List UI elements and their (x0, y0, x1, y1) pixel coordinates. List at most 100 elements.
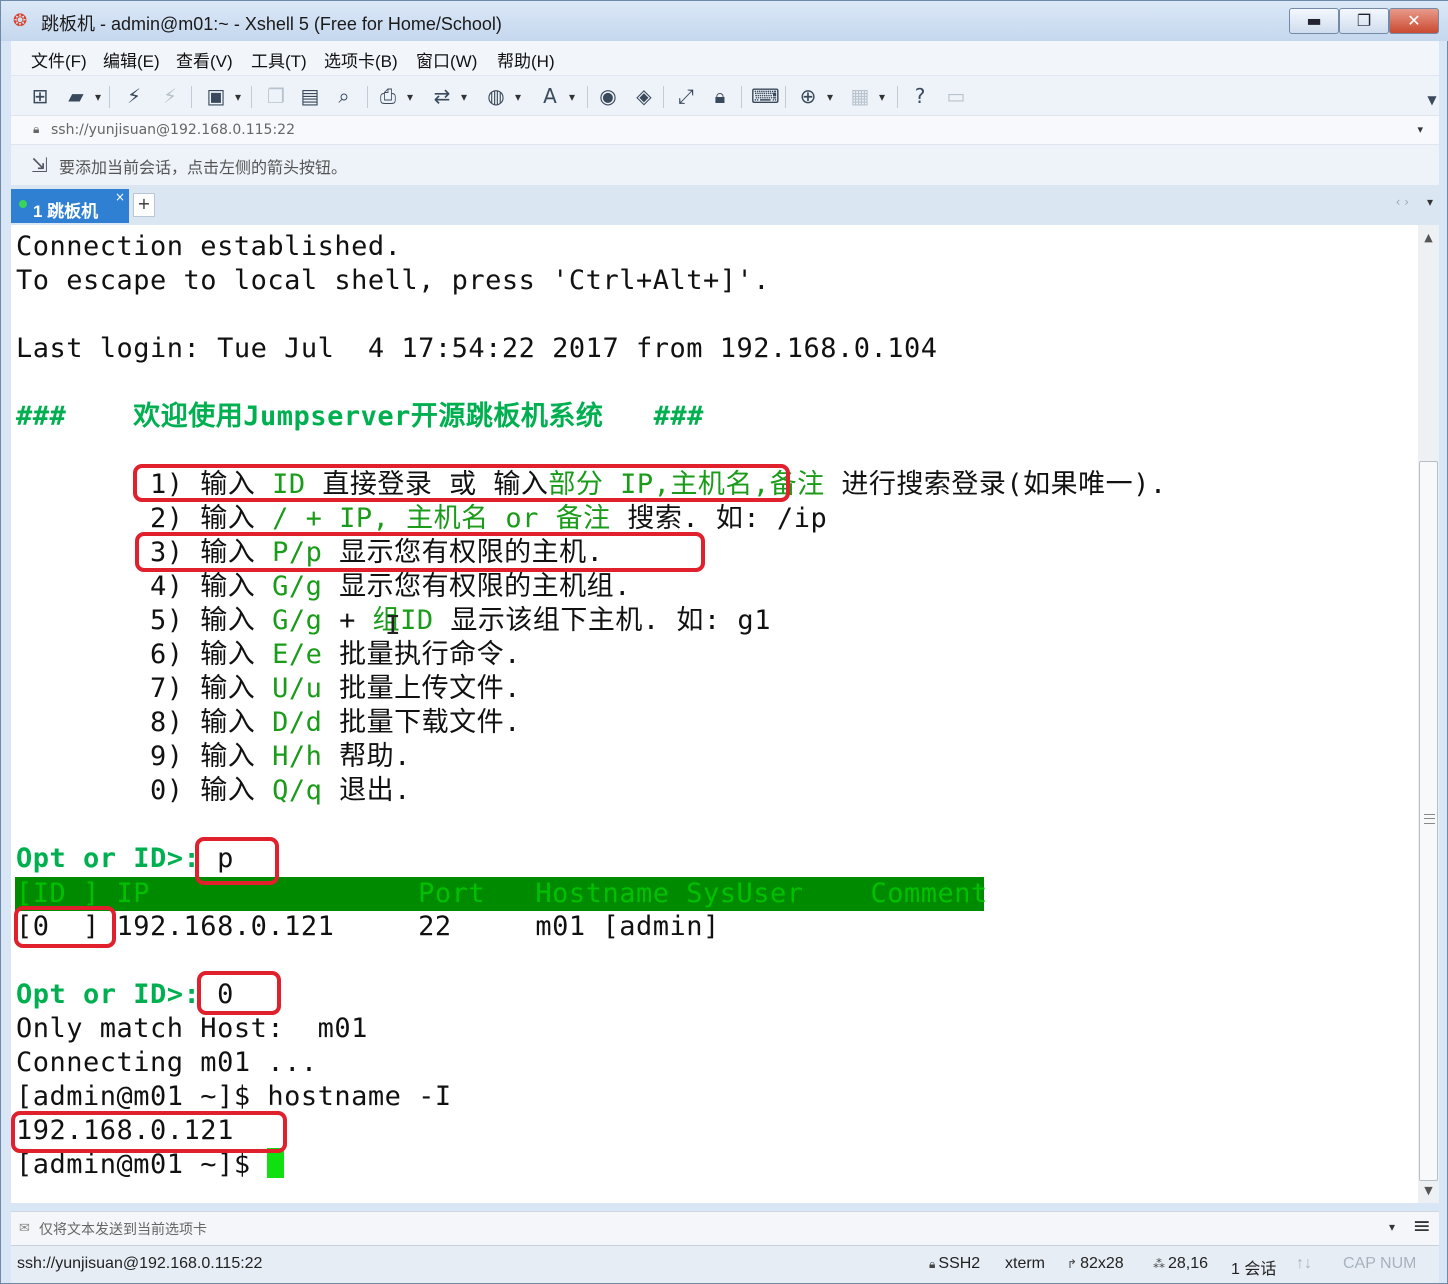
terminal-line: Connecting m01 ... (16, 1047, 318, 1078)
status-terminal-type: xterm (1005, 1255, 1045, 1272)
menu-option-6: 6) 输入 E/e 批量执行命令. (16, 638, 521, 672)
menu-tools[interactable]: 工具(T) (251, 47, 307, 72)
toolbar-overflow-icon[interactable]: ▼ (1419, 88, 1445, 112)
status-sessions: 1 会话 (1231, 1261, 1277, 1278)
opt-prompt: Opt or ID>: (16, 843, 201, 874)
vertical-scrollbar[interactable]: ▲ ▼ (1418, 225, 1439, 1203)
menu-help[interactable]: 帮助(H) (497, 47, 555, 72)
address-bar[interactable]: 🔒︎ ssh://yunjisuan@192.168.0.115:22 ▾ (11, 115, 1439, 145)
protocol-text: SSH2 (938, 1255, 981, 1272)
menu-text: 2) 输入 (16, 503, 273, 534)
address-dropdown-icon[interactable]: ▾ (1417, 123, 1423, 136)
scroll-grip (1424, 814, 1435, 824)
toolbar-separator (367, 86, 368, 108)
menu-text: + (322, 605, 373, 636)
xftp-icon[interactable]: ◈ (631, 84, 657, 108)
toolbar-separator (741, 86, 742, 108)
terminal-line: Only match Host: m01 (16, 1013, 368, 1044)
resize-icon: ↱ (1067, 1257, 1078, 1271)
new-session-icon[interactable]: ⊞ (27, 84, 53, 108)
menu-key: 组ID (372, 605, 434, 636)
transfer-icon[interactable]: ⇄ (429, 84, 467, 109)
paste-icon[interactable]: ▤ (297, 84, 323, 108)
highlight-box (14, 906, 116, 948)
lock-icon: 🔒︎ (33, 122, 40, 136)
menu-text: 进行搜索登录(如果唯一). (824, 469, 1167, 500)
compose-bar[interactable]: ✉ 仅将文本发送到当前选项卡 ▾ ≡ (11, 1211, 1439, 1245)
host-table-header: [ID ] IP Port Hostname SysUser Comment (15, 877, 988, 911)
close-button[interactable]: ✕ (1389, 8, 1439, 34)
connect-icon[interactable]: ⚡ (121, 84, 147, 108)
disconnect-icon[interactable]: ⚡ (157, 84, 183, 108)
host-table-row: [0 ] 192.168.0.121 22 m01 [admin] (16, 911, 720, 942)
menu-text: 显示该组下主机. 如: g1 (433, 605, 771, 636)
compose-dropdown-icon[interactable]: ▾ (1389, 1220, 1395, 1234)
maximize-button[interactable]: ❐ (1339, 8, 1389, 34)
scroll-thumb[interactable] (1419, 461, 1438, 1181)
help-icon[interactable]: ? (907, 84, 933, 108)
tab-jumpserver[interactable]: 1 跳板机 × (11, 189, 129, 223)
properties-icon[interactable]: ▣ (203, 84, 241, 109)
print-icon[interactable]: ⎙ (375, 84, 413, 109)
terminal-output[interactable]: Connection established. To escape to loc… (11, 225, 1418, 1203)
highlight-box (133, 464, 790, 502)
toolbar-separator (587, 86, 588, 108)
scroll-up-icon[interactable]: ▲ (1418, 231, 1439, 244)
menu-edit[interactable]: 编辑(E) (103, 47, 160, 72)
minimize-button[interactable]: ▬ (1289, 8, 1339, 34)
menu-option-0: 0) 输入 Q/q 退出. (16, 774, 411, 808)
menu-option-9: 9) 输入 H/h 帮助. (16, 740, 411, 774)
font-icon[interactable]: A (537, 84, 575, 109)
fullscreen-icon[interactable]: ⤢ (673, 84, 699, 108)
lock-icon[interactable]: 🔒︎ (707, 84, 733, 108)
tab-menu-icon[interactable]: ▾ (1427, 195, 1433, 209)
highlight-box (195, 837, 279, 885)
new-tab-button[interactable]: + (133, 193, 155, 217)
toolbar-separator (785, 86, 786, 108)
menu-text: 搜索. 如: /ip (610, 503, 828, 534)
tab-bar: 1 跳板机 × + ‹ › ▾ (11, 185, 1439, 225)
menu-option-7: 7) 输入 U/u 批量上传文件. (16, 672, 521, 706)
menu-window[interactable]: 窗口(W) (416, 47, 477, 72)
keyboard-icon[interactable]: ⌨ (751, 84, 780, 108)
script-icon[interactable]: ◉ (595, 84, 621, 108)
cursor-position-icon: ⁂ (1153, 1257, 1165, 1271)
add-tab-icon[interactable]: ⊕ (795, 84, 833, 109)
hint-bar: ⇲ 要添加当前会话，点击左侧的箭头按钮。 (11, 145, 1439, 185)
toolbar-separator (191, 86, 192, 108)
layout-icon[interactable]: ▦ (847, 84, 885, 109)
highlight-box (135, 532, 705, 572)
size-text: 82x28 (1080, 1255, 1124, 1272)
terminal-line: To escape to local shell, press 'Ctrl+Al… (16, 265, 770, 296)
chat-icon[interactable]: ▭ (943, 84, 969, 108)
find-icon[interactable]: ⌕ (331, 84, 357, 108)
opt-prompt: Opt or ID>: (16, 979, 201, 1010)
menu-text: 9) 输入 (16, 741, 273, 772)
welcome-banner: ### 欢迎使用Jumpserver开源跳板机系统 ### (16, 401, 704, 432)
tab-label: 1 跳板机 (33, 202, 99, 221)
cursor-text: 28,16 (1168, 1255, 1209, 1272)
menu-view[interactable]: 查看(V) (176, 47, 233, 72)
menu-tabs[interactable]: 选项卡(B) (324, 47, 398, 72)
terminal-line: [admin@m01 ~]$ hostname -I (16, 1081, 452, 1112)
transfer-arrows-icon: ↑↓ (1296, 1255, 1312, 1272)
add-session-arrow-icon[interactable]: ⇲ (31, 153, 48, 177)
menu-text: 显示您有权限的主机组. (322, 571, 631, 602)
globe-icon[interactable]: ◍ (483, 84, 521, 109)
menu-key: E/e (272, 639, 323, 670)
status-bar: ssh://yunjisuan@192.168.0.115:22 🔒︎ SSH2 … (11, 1245, 1439, 1283)
toolbar-separator (663, 86, 664, 108)
copy-icon[interactable]: ❐ (263, 84, 289, 108)
menu-icon[interactable]: ≡ (1413, 1214, 1431, 1239)
highlight-box (197, 971, 281, 1015)
tab-scroll-icon[interactable]: ‹ › (1396, 195, 1409, 209)
status-size: ↱ 82x28 (1067, 1255, 1124, 1273)
xshell-window: ❂ 跳板机 - admin@m01:~ - Xshell 5 (Free for… (0, 0, 1448, 1284)
title-bar: ❂ 跳板机 - admin@m01:~ - Xshell 5 (Free for… (1, 1, 1448, 41)
menu-file[interactable]: 文件(F) (31, 47, 87, 72)
tab-close-icon[interactable]: × (115, 190, 125, 204)
toolbar-separator (897, 86, 898, 108)
menu-bar: 文件(F) 编辑(E) 查看(V) 工具(T) 选项卡(B) 窗口(W) 帮助(… (11, 41, 1439, 75)
open-folder-icon[interactable]: ▰ (63, 84, 101, 109)
scroll-down-icon[interactable]: ▼ (1418, 1184, 1439, 1197)
